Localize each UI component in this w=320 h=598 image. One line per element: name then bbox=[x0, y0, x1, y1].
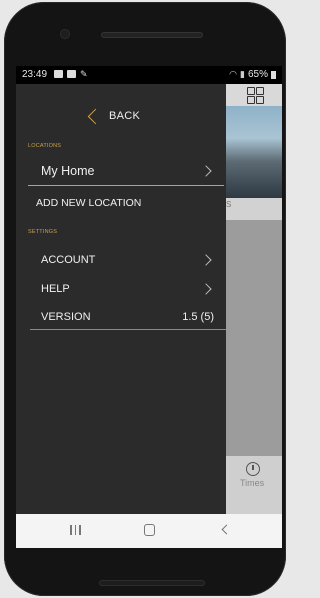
phone-frame: 23:49 ✎ ◠ ▮ 65% S Times BACK LOCATIONS M… bbox=[4, 2, 286, 596]
locations-header: LOCATIONS bbox=[28, 143, 62, 149]
chevron-left-icon bbox=[87, 108, 104, 124]
bottom-speaker-grille bbox=[99, 580, 205, 586]
battery-percent: 65% bbox=[247, 69, 268, 80]
location-label: My Home bbox=[41, 164, 95, 178]
navigation-drawer: BACK LOCATIONS My Home ADD NEW LOCATION … bbox=[16, 84, 226, 514]
cell-signal-icon: ▮ bbox=[240, 69, 245, 79]
settings-header: SETTINGS bbox=[28, 229, 58, 235]
chevron-right-icon bbox=[200, 165, 212, 177]
gallery-notification-icon bbox=[54, 70, 63, 78]
back-label: BACK bbox=[109, 110, 141, 122]
location-photo bbox=[226, 106, 282, 198]
background-card bbox=[226, 198, 282, 220]
add-new-location-button[interactable]: ADD NEW LOCATION bbox=[36, 191, 209, 215]
home-icon[interactable] bbox=[144, 524, 155, 536]
message-notification-icon bbox=[67, 70, 76, 78]
background-card-text: S bbox=[226, 200, 232, 209]
status-bar: 23:49 ✎ ◠ ▮ 65% bbox=[16, 66, 282, 84]
background-app-header bbox=[226, 84, 282, 106]
version-label: VERSION bbox=[41, 311, 91, 323]
back-button[interactable]: BACK bbox=[87, 104, 141, 128]
front-camera bbox=[60, 29, 70, 39]
status-time: 23:49 bbox=[22, 69, 48, 80]
account-label: ACCOUNT bbox=[41, 254, 96, 266]
times-tab-label[interactable]: Times bbox=[240, 478, 264, 488]
system-navigation-bar bbox=[16, 514, 282, 548]
chevron-right-icon bbox=[200, 283, 212, 295]
notification-icons: ✎ bbox=[54, 69, 88, 79]
system-status: ◠ ▮ 65% bbox=[229, 69, 276, 80]
locations-divider bbox=[28, 185, 224, 186]
wifi-signal-icon: ◠ bbox=[229, 69, 238, 79]
version-value: 1.5 (5) bbox=[182, 311, 214, 323]
grid-icon[interactable] bbox=[247, 87, 264, 104]
background-tabbar: Times bbox=[226, 456, 282, 514]
settings-item-version: VERSION 1.5 (5) bbox=[41, 305, 214, 329]
version-divider bbox=[30, 329, 226, 330]
back-icon[interactable] bbox=[221, 524, 232, 535]
settings-item-account[interactable]: ACCOUNT bbox=[41, 248, 214, 272]
earpiece-speaker bbox=[101, 32, 203, 38]
help-label: HELP bbox=[41, 283, 70, 295]
background-app: S bbox=[226, 84, 282, 514]
settings-item-help[interactable]: HELP bbox=[41, 277, 214, 301]
battery-icon bbox=[271, 70, 276, 79]
recents-icon[interactable] bbox=[70, 525, 81, 535]
wrench-icon: ✎ bbox=[80, 69, 88, 79]
chevron-right-icon bbox=[200, 254, 212, 266]
add-location-label: ADD NEW LOCATION bbox=[36, 197, 142, 209]
clock-icon[interactable] bbox=[246, 462, 260, 476]
location-item-my-home[interactable]: My Home bbox=[41, 159, 214, 183]
screen: 23:49 ✎ ◠ ▮ 65% S Times BACK LOCATIONS M… bbox=[16, 66, 282, 548]
